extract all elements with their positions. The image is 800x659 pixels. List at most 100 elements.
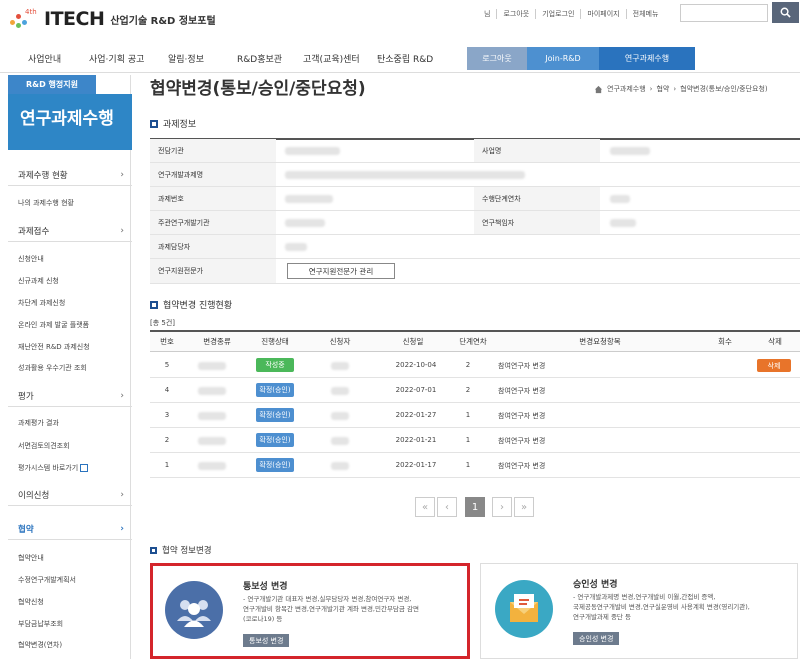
notification-change-card[interactable]: 통보성 변경 - 연구개발기관 대표자 변경,실무담당자 변경,참여연구자 변경… (150, 563, 470, 659)
sidebar-group-agreement[interactable]: 협약 › (8, 518, 132, 540)
approval-change-button[interactable]: 승인성 변경 (573, 632, 620, 645)
sidebar-group-submission[interactable]: 과제접수 › (8, 220, 132, 242)
nav-announcements[interactable]: 사업·기획 공고 (89, 52, 144, 65)
mail-icon (495, 580, 553, 638)
chevron-right-icon: › (120, 225, 124, 236)
status-badge[interactable]: 확정(승인) (256, 433, 294, 447)
sidebar-item-next-stage[interactable]: 차단계 과제신청 (18, 298, 65, 308)
sidebar-item-revised-plan[interactable]: 수정연구개발계획서 (18, 575, 76, 585)
nav-research-button[interactable]: 연구과제수행 (599, 47, 695, 70)
logo-mark-icon: 4th (8, 8, 42, 30)
first-page-button[interactable]: « (415, 497, 435, 517)
sidebar-item-disaster-safety[interactable]: 재난안전 R&D 과제신청 (18, 342, 90, 352)
mypage-link[interactable]: 마이페이지 (580, 9, 625, 19)
cell-date: 2022-01-27 (395, 411, 437, 419)
cell-no: 3 (164, 411, 170, 419)
nav-rd-promotion[interactable]: R&D홍보관 (237, 52, 282, 65)
label-project-name: 연구개발과제명 (150, 163, 276, 186)
cell-change-item: 참여연구자 변경 (498, 437, 546, 445)
manage-expert-button[interactable]: 연구지원전문가 관리 (287, 263, 395, 279)
cell-applicant-redacted (331, 412, 349, 420)
value-pi-redacted (610, 219, 636, 227)
sidebar-item-guide[interactable]: 신청안내 (18, 254, 44, 264)
home-icon[interactable] (594, 85, 603, 94)
col-delete: 삭제 (768, 337, 782, 346)
cell-no: 2 (164, 436, 170, 444)
square-bullet-icon (150, 300, 158, 309)
sidebar-item-new-project[interactable]: 신규과제 신청 (18, 276, 59, 286)
sidebar-item-eval-result[interactable]: 과제평가 결과 (18, 418, 59, 428)
cell-date: 2022-01-17 (395, 461, 437, 469)
top-links: 님 로그아웃 기업로그인 마이페이지 전체메뉴 (478, 9, 664, 19)
total-count: [총 5건] (150, 319, 176, 327)
sidebar-group-label: 이의신청 (18, 490, 50, 501)
approval-change-card[interactable]: 승인성 변경 - 연구개발과제명 변경,연구개발비 이월,간접비 증액, 국제공동… (480, 563, 798, 659)
sidebar-item-payment[interactable]: 부담금납부조회 (18, 619, 63, 629)
chevron-right-icon: › (120, 523, 124, 534)
nav-carbon-neutral[interactable]: 탄소중립 R&D (377, 52, 433, 65)
delete-button[interactable]: 삭제 (757, 359, 791, 372)
sidebar-group-objection[interactable]: 이의신청 › (8, 484, 132, 506)
table-row[interactable]: 4 확정(승인) 2022-07-01 2 참여연구자 변경 (150, 378, 800, 403)
external-link-icon (80, 464, 89, 472)
chevron-right-icon: › (120, 390, 124, 401)
prev-page-button[interactable]: ‹ (437, 497, 457, 517)
status-badge[interactable]: 작성중 (256, 358, 294, 372)
all-menu-link[interactable]: 전체메뉴 (625, 9, 665, 19)
info-row: 주관연구개발기관 연구책임자 (150, 211, 800, 235)
sidebar-item-agreement-guide[interactable]: 협약안내 (18, 553, 44, 563)
status-badge[interactable]: 확정(승인) (256, 408, 294, 422)
breadcrumb-item[interactable]: 연구과제수행 (607, 84, 646, 94)
col-type: 변경종류 (203, 337, 231, 346)
sidebar-item-online-platform[interactable]: 온라인 과제 발굴 플랫폼 (18, 320, 89, 330)
cell-stage: 2 (465, 386, 471, 394)
sidebar-item-eval-system[interactable]: 평가시스템 바로가기 (18, 463, 89, 473)
nav-business[interactable]: 사업안내 (28, 52, 61, 65)
nav-join-rd-button[interactable]: Join-R&D (527, 47, 599, 70)
cell-applicant-redacted (331, 387, 349, 395)
sidebar-group-evaluation[interactable]: 평가 › (8, 385, 132, 407)
info-row: 전담기관 사업명 (150, 139, 800, 163)
sidebar-group-label: 과제접수 (18, 226, 50, 237)
user-name: 님 (484, 10, 491, 18)
sidebar-item-excellent-org[interactable]: 성과활용 우수기관 조회 (18, 363, 87, 373)
value-manager-redacted (285, 243, 307, 251)
sidebar-item-written-review[interactable]: 서면검토의견조회 (18, 441, 70, 451)
company-login-link[interactable]: 기업로그인 (535, 9, 580, 19)
last-page-button[interactable]: » (514, 497, 534, 517)
chevron-right-icon: › (120, 489, 124, 500)
table-row[interactable]: 2 확정(승인) 2022-01-21 1 참여연구자 변경 (150, 428, 800, 453)
sidebar-item-agreement-apply[interactable]: 협약신청 (18, 597, 44, 607)
page-1-button[interactable]: 1 (465, 497, 485, 517)
sidebar-item-my-status[interactable]: 나의 과제수행 현황 (18, 198, 74, 208)
status-badge[interactable]: 확정(승인) (256, 458, 294, 472)
breadcrumb-item[interactable]: 협약 (656, 84, 669, 94)
label-pi: 연구책임자 (474, 211, 600, 234)
nav-customer-center[interactable]: 고객(교육)센터 (303, 52, 360, 65)
cell-no: 1 (164, 461, 170, 469)
nav-logout-button[interactable]: 로그아웃 (467, 47, 527, 70)
search-button[interactable] (772, 2, 799, 23)
search-input[interactable] (680, 4, 768, 22)
logo[interactable]: 4th ITECH 산업기술 R&D 정보포털 (8, 6, 216, 32)
notification-change-button[interactable]: 통보성 변경 (243, 634, 290, 647)
cell-type-redacted (198, 362, 226, 370)
chevron-right-icon: › (673, 85, 677, 93)
sidebar-badge: R&D 행정지원 (8, 75, 96, 94)
table-row[interactable]: 3 확정(승인) 2022-01-27 1 참여연구자 변경 (150, 403, 800, 428)
table-row[interactable]: 1 확정(승인) 2022-01-17 1 참여연구자 변경 (150, 453, 800, 478)
cell-applicant-redacted (331, 362, 349, 370)
table-row[interactable]: 5 작성중 2022-10-04 2 참여연구자 변경 (150, 353, 800, 378)
card-description: - 연구개발과제명 변경,연구개발비 이월,간접비 증액, 국제공동연구개발비 변… (573, 593, 750, 621)
logout-link[interactable]: 로그아웃 (496, 9, 535, 19)
sidebar-item-agreement-change[interactable]: 협약변경(연차) (18, 640, 62, 650)
chevron-right-icon: › (649, 85, 653, 93)
cell-date: 2022-07-01 (395, 386, 437, 394)
col-no: 번호 (160, 337, 174, 346)
nav-notice-info[interactable]: 알림·정보 (168, 52, 204, 65)
status-badge[interactable]: 확정(승인) (256, 383, 294, 397)
sidebar-group-status[interactable]: 과제수행 현황 › (8, 164, 132, 186)
label-agency: 전담기관 (150, 139, 276, 162)
col-applicant: 신청자 (329, 337, 351, 346)
next-page-button[interactable]: › (492, 497, 512, 517)
